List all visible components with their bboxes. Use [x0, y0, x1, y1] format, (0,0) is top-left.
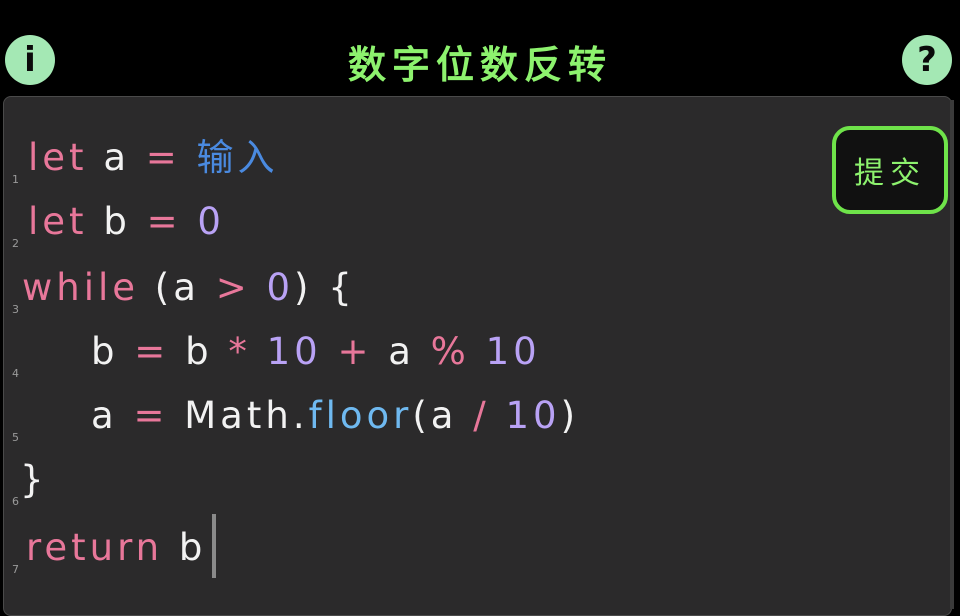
code-token: 0	[250, 266, 295, 309]
code-token: >	[215, 266, 251, 309]
code-text: a = Math.floor(a / 10)	[28, 386, 579, 446]
editor-scrollbar[interactable]	[950, 100, 954, 609]
help-icon: ?	[917, 40, 937, 80]
code-text: let a = 输入	[28, 128, 279, 188]
code-token: 10	[489, 394, 561, 437]
code-text: let b = 0	[28, 192, 225, 252]
code-token: return	[26, 526, 164, 569]
code-token: a	[372, 330, 431, 373]
code-token: let	[28, 200, 88, 243]
code-token: =	[145, 136, 181, 179]
header-bar: i 数字位数反转 ?	[0, 0, 960, 96]
code-token: 10	[250, 330, 338, 373]
submit-button[interactable]: 提交	[832, 126, 948, 214]
code-text: while (a > 0) {	[22, 258, 356, 318]
page-title: 数字位数反转	[347, 43, 612, 87]
code-token: b	[169, 330, 229, 373]
code-token: let	[28, 136, 88, 179]
code-token: 输入	[180, 136, 279, 179]
code-token: b	[28, 330, 135, 373]
code-token: ) {	[294, 266, 356, 309]
code-token: =	[146, 200, 182, 243]
text-cursor	[212, 514, 216, 578]
help-button[interactable]: ?	[902, 35, 952, 85]
code-token: b	[87, 200, 147, 243]
code-token: =	[133, 394, 169, 437]
code-token: /	[473, 394, 490, 437]
code-token: 10	[469, 330, 541, 373]
code-token: floor	[308, 394, 413, 437]
line-number: 4	[12, 367, 23, 380]
line-number: 7	[12, 563, 23, 576]
code-token: a	[28, 394, 134, 437]
code-token: Math.	[168, 394, 309, 437]
code-token: (a	[412, 394, 474, 437]
code-token: *	[228, 330, 251, 373]
code-token: b	[163, 526, 207, 569]
code-token: +	[337, 330, 373, 373]
code-token: )	[560, 394, 579, 437]
code-token: =	[134, 330, 170, 373]
code-text: }	[20, 450, 48, 510]
code-token: while	[22, 266, 140, 309]
code-text: return b	[26, 518, 206, 578]
code-token: 0	[181, 200, 225, 243]
code-token: }	[20, 458, 48, 501]
code-text: b = b * 10 + a % 10	[28, 322, 541, 382]
code-token: a	[87, 136, 146, 179]
code-token: (a	[139, 266, 216, 309]
line-number: 1	[12, 173, 23, 186]
code-token: %	[430, 330, 470, 373]
